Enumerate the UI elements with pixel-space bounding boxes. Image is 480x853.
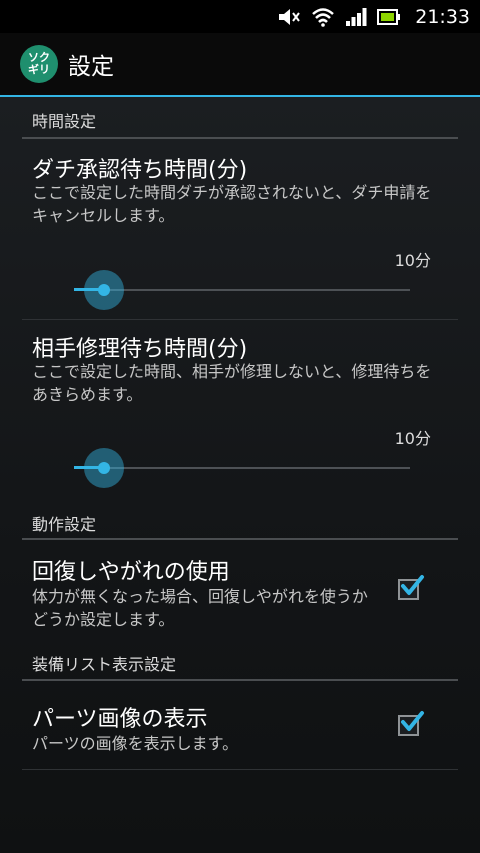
wifi-icon (311, 7, 335, 27)
parts-image-summary: パーツの画像を表示します。 (32, 734, 239, 753)
section-divider (22, 137, 458, 139)
approval-wait-title: ダチ承認待ち時間(分) (32, 158, 248, 183)
checkmark-icon (401, 575, 424, 595)
app-icon-text-bottom: ギリ (28, 63, 50, 76)
approval-wait-summary: ここで設定した時間ダチが承認されないと、ダチ申請をキャンセルします。 (32, 183, 432, 225)
recovery-checkbox[interactable] (398, 575, 424, 600)
status-time: 21:33 (415, 5, 470, 28)
approval-wait-slider-track[interactable] (74, 289, 410, 291)
checkmark-icon (401, 711, 424, 731)
repair-wait-title: 相手修理待ち時間(分) (32, 337, 248, 362)
approval-wait-value: 10分 (394, 251, 431, 270)
repair-wait-summary: ここで設定した時間、相手が修理しないと、修理待ちをあきらめます。 (32, 362, 432, 404)
section-divider (22, 538, 458, 540)
list-divider (22, 769, 458, 770)
app-icon[interactable]: ソク ギリ (20, 45, 58, 83)
mute-icon (277, 7, 301, 27)
parts-image-title: パーツ画像の表示 (32, 707, 208, 732)
recovery-title: 回復しやがれの使用 (32, 560, 230, 585)
parts-image-checkbox[interactable] (398, 711, 424, 736)
list-divider (22, 319, 458, 320)
section-header-equipment: 装備リスト表示設定 (32, 655, 177, 674)
repair-wait-value: 10分 (394, 429, 431, 448)
recovery-summary: 体力が無くなった場合、回復しやがれを使うかどうか設定します。 (32, 587, 368, 629)
signal-icon (345, 7, 367, 27)
battery-icon (377, 8, 401, 25)
repair-wait-slider-thumb[interactable] (98, 462, 110, 474)
settings-list: 時間設定 ダチ承認待ち時間(分) ここで設定した時間ダチが承認されないと、ダチ申… (0, 97, 480, 853)
section-header-behavior: 動作設定 (32, 515, 97, 534)
section-divider (22, 679, 458, 681)
approval-wait-slider-thumb[interactable] (98, 284, 110, 296)
section-header-time: 時間設定 (32, 112, 97, 131)
repair-wait-slider-track[interactable] (74, 467, 410, 469)
status-bar: 21:33 (0, 0, 480, 33)
page-title: 設定 (68, 54, 114, 80)
action-bar: ソク ギリ 設定 (0, 33, 480, 95)
